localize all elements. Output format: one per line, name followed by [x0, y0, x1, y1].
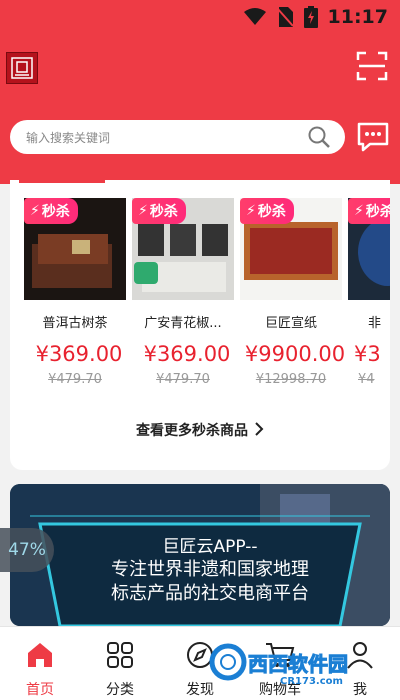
product-image[interactable]: ⚡ 秒杀 — [348, 198, 390, 300]
product-price: ¥369.00 — [35, 342, 123, 366]
lightning-icon: ⚡ — [30, 203, 40, 219]
product-card[interactable]: ⚡ 秒杀 巨匠宣纸 ¥9900.00 ¥12998.70 — [240, 198, 345, 418]
watermark-text: 西西软件园 — [248, 652, 349, 677]
category-grid-icon — [107, 642, 133, 668]
search-placeholder: 输入搜索关键词 — [26, 131, 111, 145]
home-icon — [28, 643, 52, 667]
product-card[interactable]: ⚡ 秒杀 普洱古树茶 ¥369.00 ¥479.70 — [24, 198, 126, 418]
nav-home-label: 首页 — [26, 682, 54, 698]
product-name: 非 — [368, 316, 382, 331]
product-price: ¥369.00 — [143, 342, 231, 366]
logo-icon — [11, 57, 33, 79]
watermark-logo-icon — [209, 643, 247, 681]
banner-subtitle-1: 专注世界非遗和国家地理 — [111, 559, 309, 580]
nav-category-label: 分类 — [106, 682, 134, 698]
product-image[interactable]: ⚡ 秒杀 — [132, 198, 234, 300]
search-input[interactable]: 输入搜索关键词 — [10, 120, 345, 154]
message-icon[interactable] — [356, 120, 390, 154]
banner-text: 巨匠云APP-- 专注世界非遗和国家地理 标志产品的社交电商平台 — [50, 536, 370, 606]
banner-title: 巨匠云APP-- — [162, 537, 258, 557]
site-watermark: 西西软件园 CR173.com — [208, 638, 388, 694]
product-name: 广安青花椒... — [144, 316, 222, 331]
battery-charging-icon — [303, 6, 318, 28]
product-price: ¥3 — [354, 342, 381, 366]
product-name: 普洱古树茶 — [42, 316, 108, 331]
more-flash-sale-label: 查看更多秒杀商品 — [136, 423, 248, 439]
product-card[interactable]: ⚡ 秒杀 非 ¥3 ¥4 — [348, 198, 390, 418]
progress-badge: 47% — [0, 528, 54, 572]
product-price: ¥9900.00 — [244, 342, 346, 366]
app-logo[interactable] — [6, 52, 38, 84]
product-original-price: ¥479.70 — [48, 372, 102, 387]
product-card[interactable]: ⚡ 秒杀 广安青花椒... ¥369.00 ¥479.70 — [132, 198, 234, 418]
product-name: 巨匠宣纸 — [264, 316, 317, 331]
status-icons: 11:17 — [243, 6, 388, 28]
promo-banner[interactable]: 巨匠云APP-- 专注世界非遗和国家地理 标志产品的社交电商平台 — [10, 484, 390, 626]
watermark-url: CR173.com — [280, 676, 343, 687]
status-bar: 11:17 — [0, 0, 400, 36]
lightning-icon: ⚡ — [246, 203, 256, 219]
no-sim-icon — [275, 7, 294, 27]
flash-sale-tag: ⚡ 秒杀 — [240, 198, 294, 224]
search-icon[interactable] — [307, 125, 331, 149]
lightning-icon: ⚡ — [138, 203, 148, 219]
flash-sale-list: ⚡ 秒杀 普洱古树茶 ¥369.00 ¥479.70 ⚡ 秒杀 广安青花椒... ¥… — [24, 198, 390, 418]
status-time: 11:17 — [327, 6, 388, 28]
banner-subtitle-2: 标志产品的社交电商平台 — [111, 583, 309, 604]
header: 输入搜索关键词 — [0, 36, 400, 184]
product-image[interactable]: ⚡ 秒杀 — [24, 198, 126, 300]
flash-sale-tag: ⚡ 秒杀 — [24, 198, 78, 224]
tab-indicator — [19, 180, 105, 183]
flash-sale-tag: ⚡ 秒杀 — [132, 198, 186, 224]
flash-sale-tag: ⚡ 秒杀 — [348, 198, 390, 224]
scan-icon[interactable] — [356, 50, 388, 82]
product-original-price: ¥479.70 — [156, 372, 210, 387]
nav-home[interactable]: 首页 — [0, 633, 80, 698]
lightning-icon: ⚡ — [354, 203, 364, 219]
wifi-icon — [243, 8, 266, 25]
product-original-price: ¥12998.70 — [255, 372, 327, 387]
nav-category[interactable]: 分类 — [80, 633, 160, 698]
flash-sale-section: ⚡ 秒杀 普洱古树茶 ¥369.00 ¥479.70 ⚡ 秒杀 广安青花椒... ¥… — [10, 180, 390, 470]
product-image[interactable]: ⚡ 秒杀 — [240, 198, 342, 300]
product-original-price: ¥4 — [358, 372, 375, 387]
more-flash-sale-link[interactable]: 查看更多秒杀商品 — [10, 420, 390, 441]
chevron-right-icon — [254, 421, 264, 441]
